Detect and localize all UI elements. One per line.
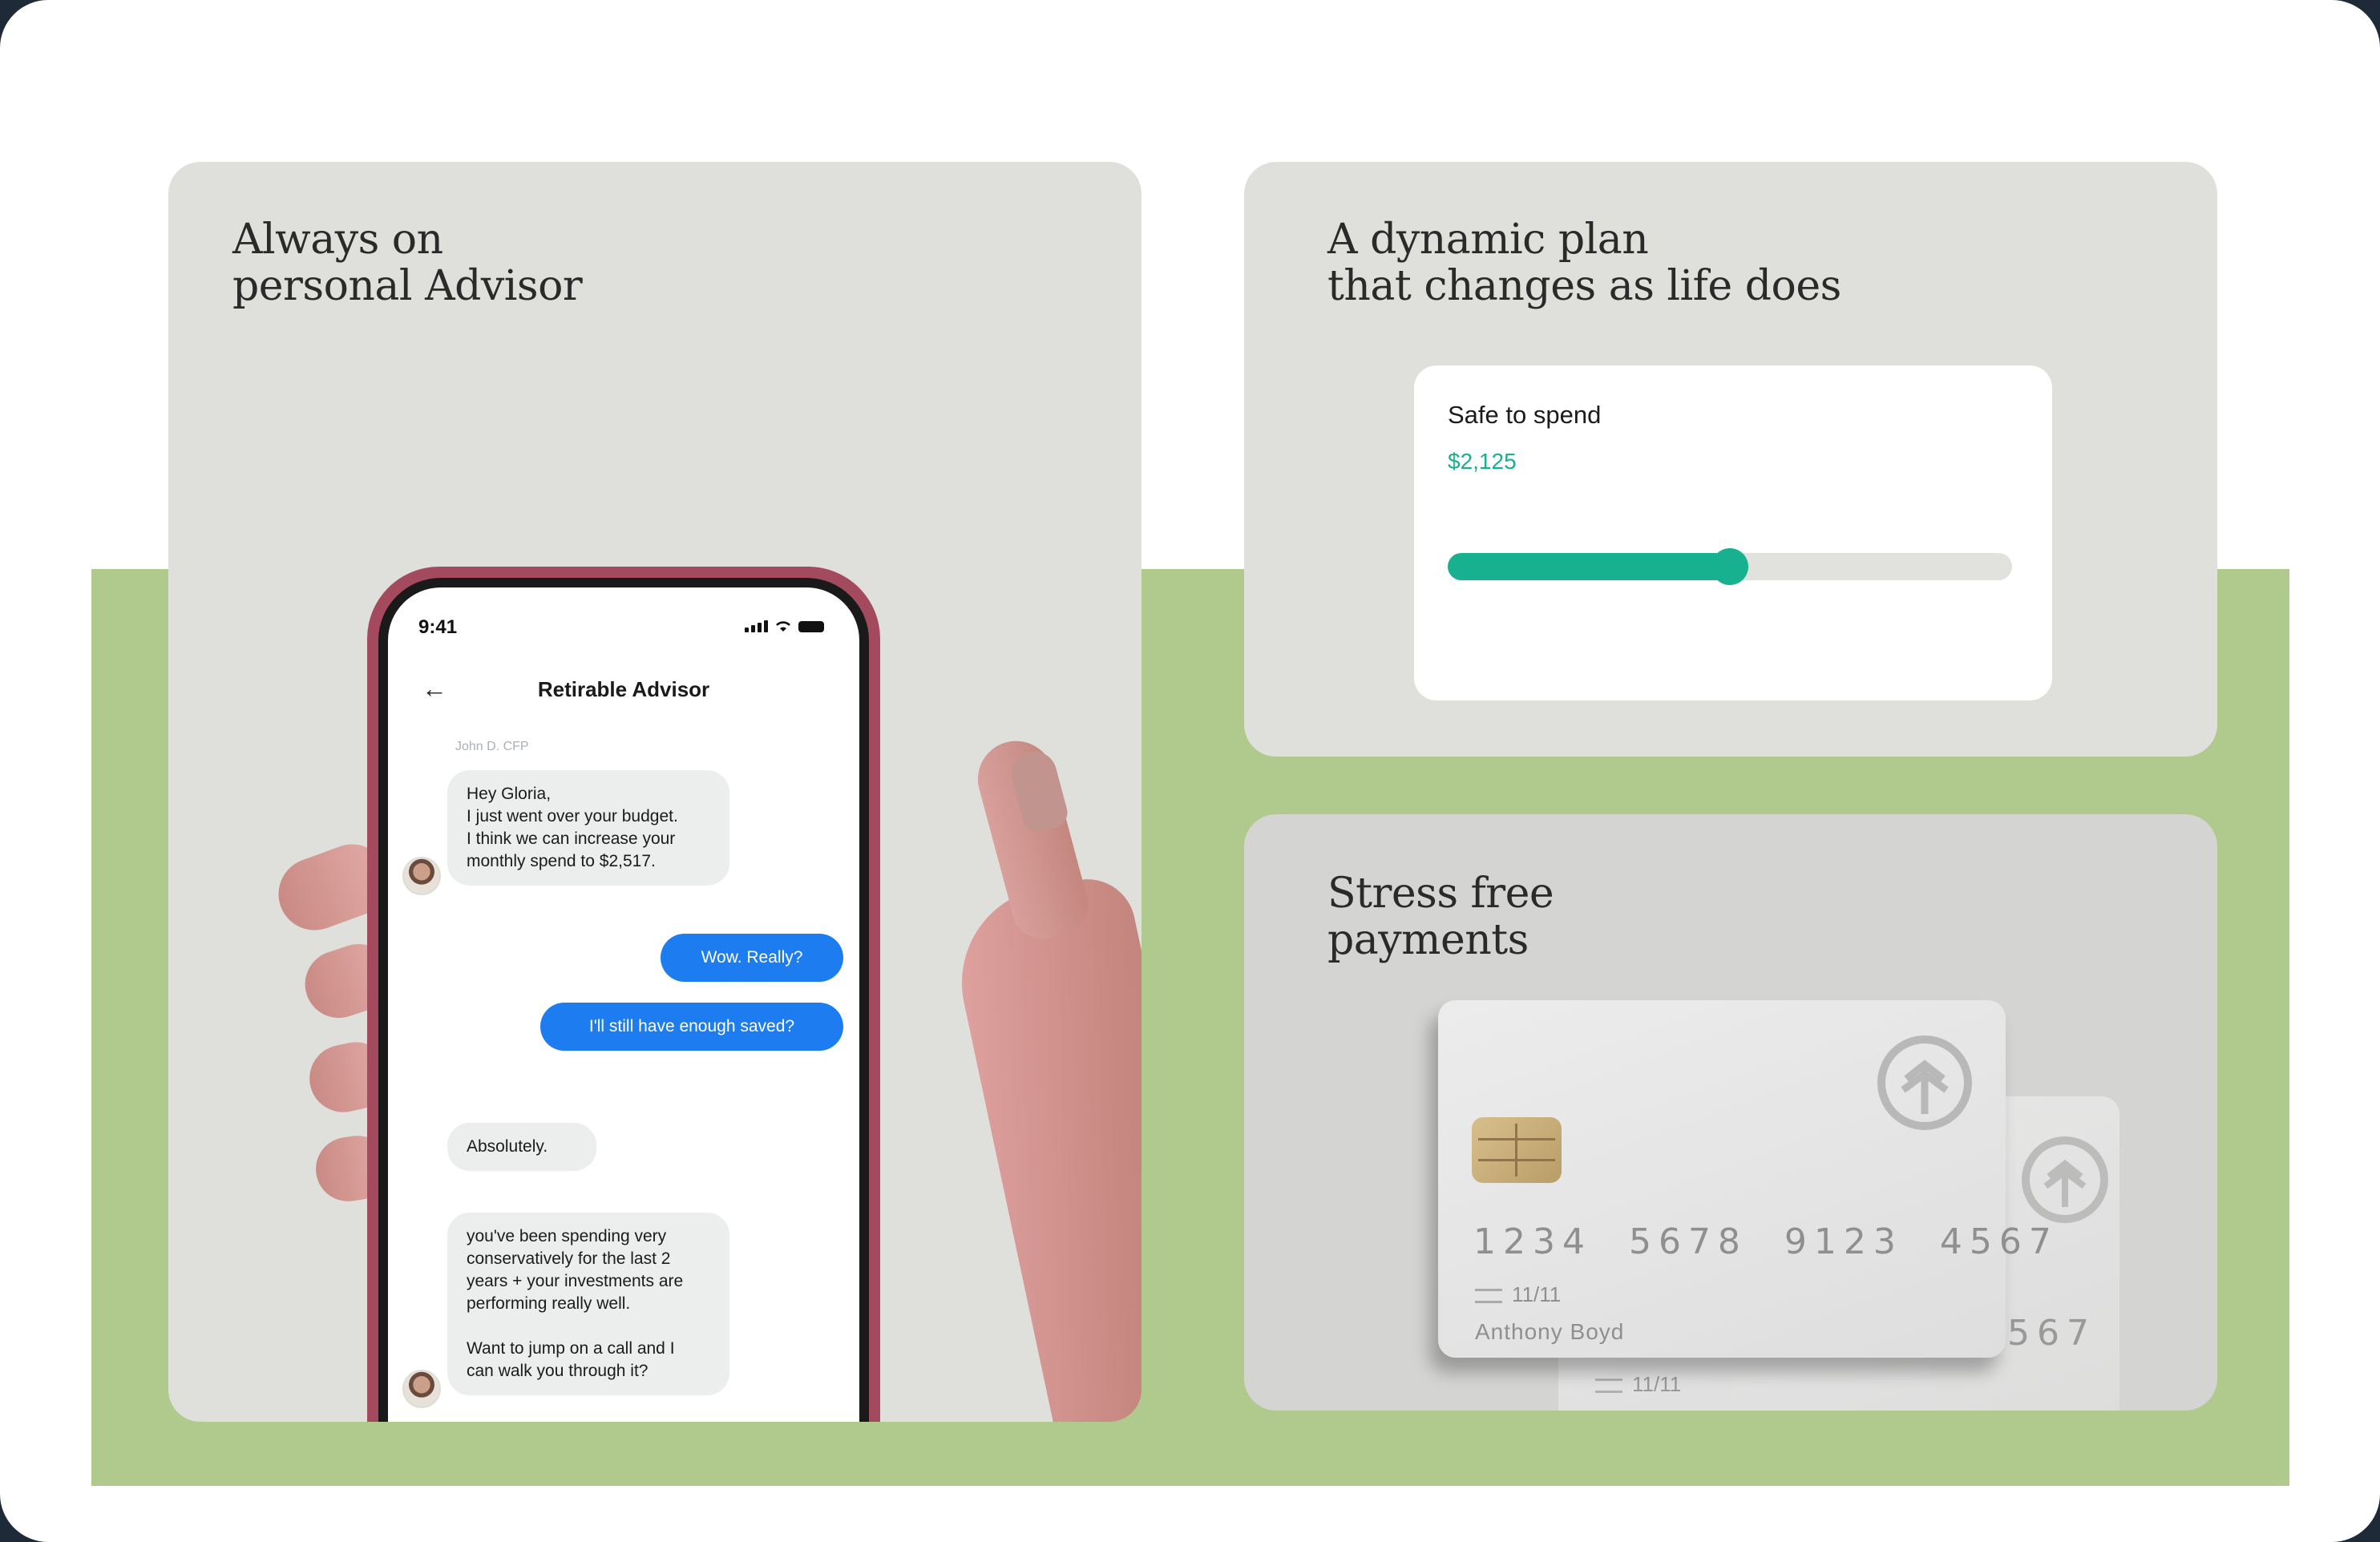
credit-card-front: 1234 5678 9123 4567 11/11 Anthony Boyd xyxy=(1438,1000,2051,1358)
tree-logo-icon xyxy=(2022,1136,2108,1223)
card-holder-name: Anthony Boyd xyxy=(1475,1319,1625,1344)
sender-name: John D. CFP xyxy=(455,740,529,753)
advisor-card-title: Always on personal Advisor xyxy=(232,216,583,310)
card-expiry: 11/11 xyxy=(1595,1372,1681,1397)
payments-card-title: Stress free payments xyxy=(1327,870,1554,964)
card-expiry: 11/11 xyxy=(1475,1282,1561,1307)
chat-title: Retirable Advisor xyxy=(537,677,710,701)
plan-card-title: A dynamic plan that changes as life does xyxy=(1327,216,1841,310)
message-bubble-incoming: Hey Gloria, I just went over your budget… xyxy=(447,770,729,886)
message-bubble-outgoing: I'll still have enough saved? xyxy=(540,1003,843,1051)
tree-logo-icon xyxy=(1877,1035,1972,1130)
advisor-feature-card: Always on personal Advisor 9:41 ← Retira… xyxy=(168,162,1142,1422)
safe-to-spend-label: Safe to spend xyxy=(1448,401,1602,429)
card-chip-icon xyxy=(1472,1117,1562,1183)
spend-slider-handle[interactable] xyxy=(1711,548,1748,585)
dynamic-plan-card: A dynamic plan that changes as life does… xyxy=(1244,162,2217,757)
page-frame: Always on personal Advisor 9:41 ← Retira… xyxy=(0,0,2380,1542)
spend-slider[interactable] xyxy=(1448,548,2012,585)
wifi-icon xyxy=(776,621,790,632)
card-number-partial: 567 xyxy=(2007,1313,2096,1354)
message-bubble-outgoing: Wow. Really? xyxy=(661,934,843,982)
payments-card: Stress free payments 567 11/11 1234 5678… xyxy=(1244,814,2217,1411)
hand-illustration xyxy=(944,870,1142,1422)
advisor-avatar xyxy=(402,1370,441,1408)
spend-slider-fill xyxy=(1448,553,1730,580)
advisor-avatar xyxy=(402,857,441,895)
phone-mockup: 9:41 ← Retirable Advisor John D. CFP Hey… xyxy=(367,567,880,1422)
card-number: 1234 5678 9123 4567 xyxy=(1473,1221,2059,1262)
safe-to-spend-value: $2,125 xyxy=(1448,449,1517,474)
battery-icon xyxy=(798,621,824,632)
message-bubble-incoming: you've been spending very conservatively… xyxy=(447,1213,729,1395)
message-bubble-incoming: Absolutely. xyxy=(447,1123,596,1171)
safe-to-spend-widget: Safe to spend $2,125 xyxy=(1414,365,2052,700)
chat-screen: 9:41 ← Retirable Advisor John D. CFP Hey… xyxy=(388,587,859,1422)
status-time: 9:41 xyxy=(418,616,458,638)
signal-icon xyxy=(745,620,768,632)
status-icons xyxy=(745,620,824,632)
